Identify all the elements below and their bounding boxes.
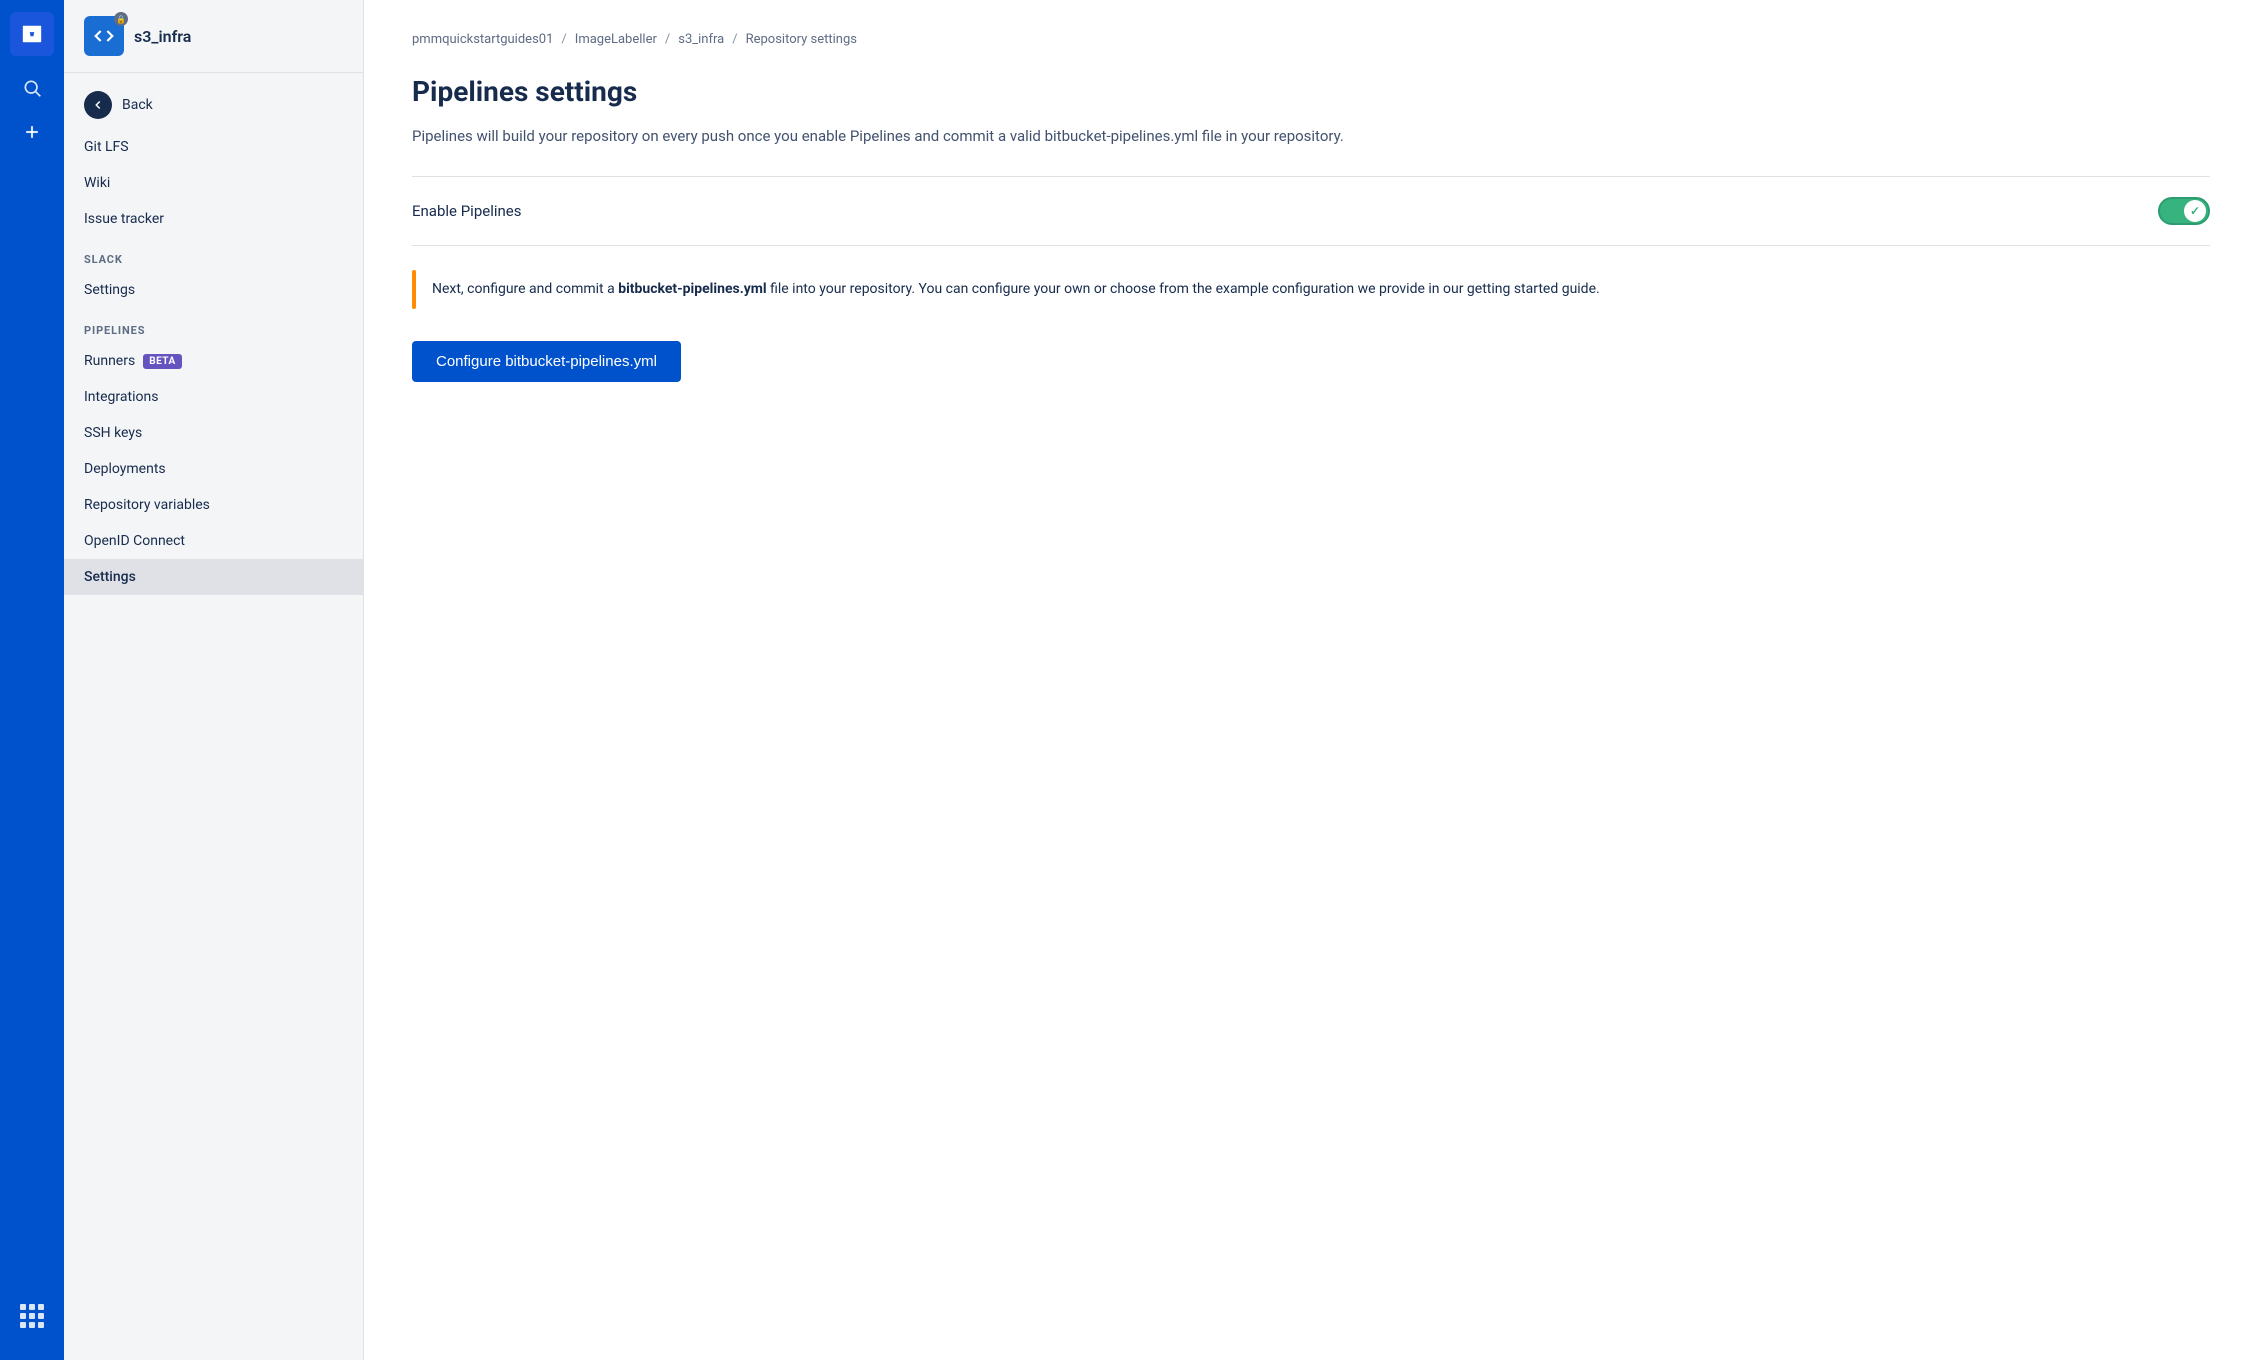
runners-label: Runners [84, 353, 135, 369]
search-icon[interactable] [12, 68, 52, 108]
add-icon[interactable] [12, 112, 52, 152]
info-text-content: Next, configure and commit a bitbucket-p… [416, 270, 1616, 309]
sidebar-nav: Back Git LFS Wiki Issue tracker SLACK Se… [64, 73, 363, 1360]
bitbucket-logo[interactable] [10, 12, 54, 56]
breadcrumb: pmmquickstartguides01 / ImageLabeller / … [412, 32, 2210, 47]
nav-item-runners[interactable]: Runners BETA [64, 343, 363, 379]
back-label: Back [122, 97, 153, 113]
pipelines-section-label: PIPELINES [64, 308, 363, 343]
sidebar-header: 🔒 s3_infra [64, 0, 363, 73]
breadcrumb-part-1: pmmquickstartguides01 [412, 32, 553, 47]
nav-item-deployments[interactable]: Deployments [64, 451, 363, 487]
nav-item-git-lfs[interactable]: Git LFS [64, 129, 363, 165]
breadcrumb-part-4: Repository settings [746, 32, 857, 47]
breadcrumb-part-2: ImageLabeller [575, 32, 657, 47]
enable-pipelines-toggle[interactable] [2158, 197, 2210, 225]
lock-badge: 🔒 [114, 12, 128, 26]
info-text-before: Next, configure and commit a [432, 281, 618, 297]
page-description: Pipelines will build your repository on … [412, 124, 2210, 148]
repo-icon: 🔒 [84, 16, 124, 56]
repo-name: s3_infra [134, 27, 191, 46]
beta-badge: BETA [143, 354, 182, 369]
back-circle-icon [84, 91, 112, 119]
info-block: Next, configure and commit a bitbucket-p… [412, 270, 2210, 309]
configure-button[interactable]: Configure bitbucket-pipelines.yml [412, 341, 681, 382]
page-title: Pipelines settings [412, 75, 2210, 108]
nav-item-slack-settings[interactable]: Settings [64, 272, 363, 308]
grid-icon[interactable] [12, 1296, 52, 1336]
toggle-slider [2158, 197, 2210, 225]
sidebar: 🔒 s3_infra Back Git LFS Wiki Issue track… [64, 0, 364, 1360]
nav-item-repo-variables[interactable]: Repository variables [64, 487, 363, 523]
breadcrumb-sep-3: / [732, 32, 737, 47]
slack-section-label: SLACK [64, 237, 363, 272]
info-filename: bitbucket-pipelines.yml [618, 281, 766, 297]
nav-item-openid-connect[interactable]: OpenID Connect [64, 523, 363, 559]
info-text-after: file into your repository. You can confi… [767, 281, 1600, 297]
nav-item-wiki[interactable]: Wiki [64, 165, 363, 201]
icon-bar [0, 0, 64, 1360]
back-button[interactable]: Back [64, 81, 363, 129]
breadcrumb-sep-2: / [665, 32, 670, 47]
nav-item-integrations[interactable]: Integrations [64, 379, 363, 415]
enable-pipelines-row: Enable Pipelines [412, 177, 2210, 246]
nav-item-ssh-keys[interactable]: SSH keys [64, 415, 363, 451]
nav-item-settings[interactable]: Settings [64, 559, 363, 595]
nav-item-issue-tracker[interactable]: Issue tracker [64, 201, 363, 237]
main-content: pmmquickstartguides01 / ImageLabeller / … [364, 0, 2258, 1360]
breadcrumb-part-3: s3_infra [678, 32, 724, 47]
enable-pipelines-label: Enable Pipelines [412, 202, 521, 220]
breadcrumb-sep-1: / [561, 32, 566, 47]
